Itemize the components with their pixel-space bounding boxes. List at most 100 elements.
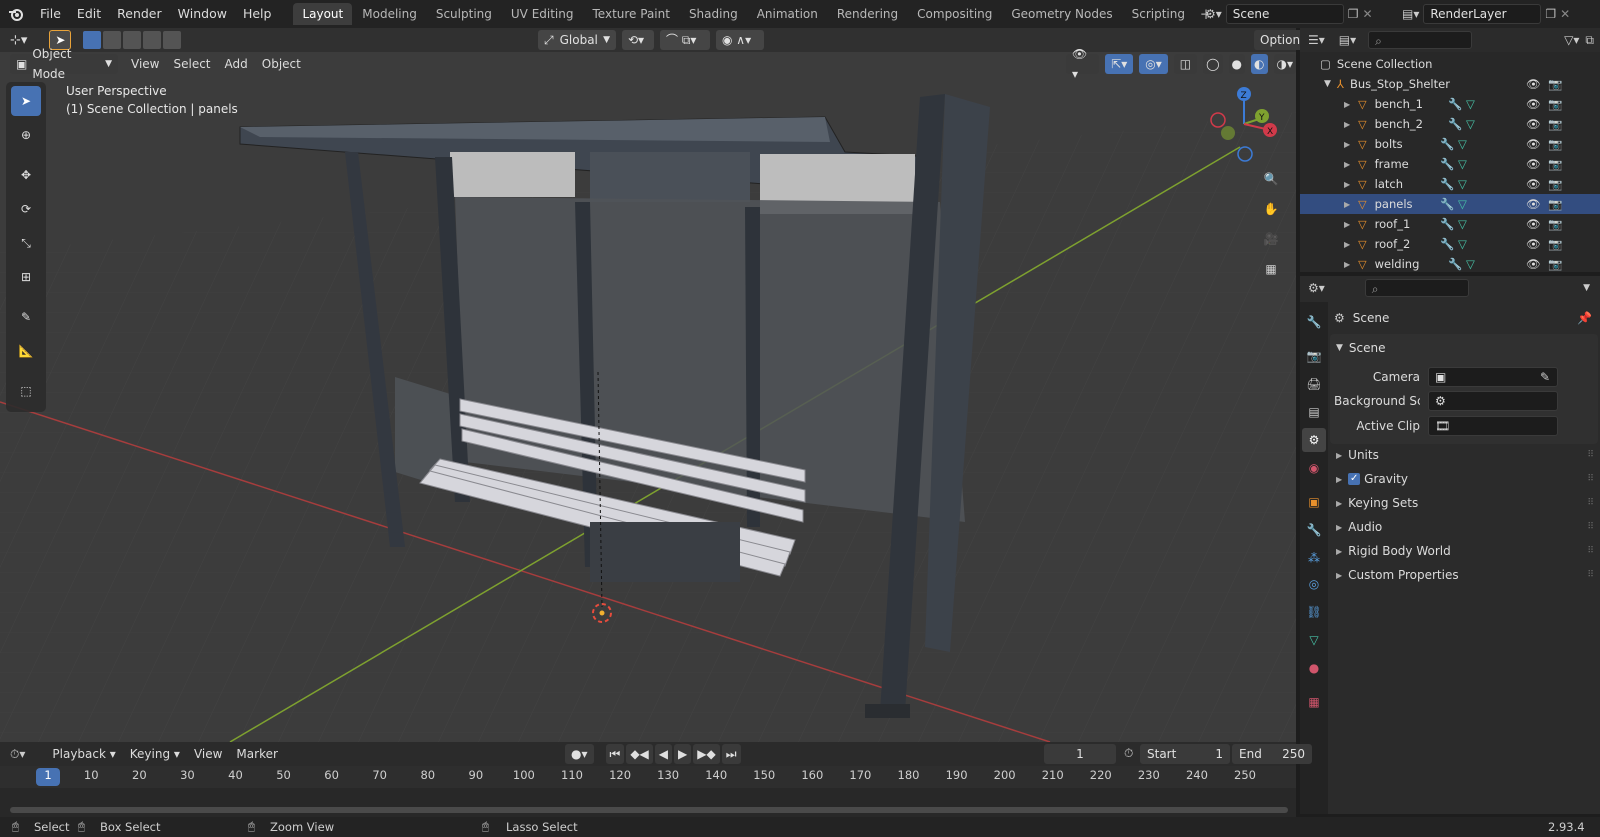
scene-panel-header[interactable]: ▼ Scene <box>1334 337 1598 359</box>
3d-viewport[interactable]: User Perspective (1) Scene Collection | … <box>0 52 1296 742</box>
tab-texture-paint[interactable]: Texture Paint <box>584 3 679 25</box>
transform-tool-icon[interactable]: ⊞ <box>11 262 41 292</box>
camera-restrict-icon[interactable]: 📷 <box>1548 97 1562 111</box>
playback-menu[interactable]: Playback ▾ <box>45 744 122 764</box>
start-frame-field[interactable]: Start 1 <box>1140 744 1230 764</box>
camera-restrict-icon[interactable]: 📷 <box>1548 157 1562 171</box>
modifier-wrench-icon[interactable]: 🔧 <box>1440 137 1454 151</box>
end-frame-field[interactable]: End 250 <box>1232 744 1312 764</box>
subpanel-audio[interactable]: ▶ Audio ⠿ <box>1334 516 1598 538</box>
tab-scripting[interactable]: Scripting <box>1123 3 1194 25</box>
camera-restrict-icon[interactable]: 📷 <box>1548 117 1562 131</box>
annotate-tool-icon[interactable]: ✎ <box>11 302 41 332</box>
shading-material-icon[interactable]: ◐ <box>1251 54 1268 74</box>
next-keyframe-icon[interactable]: ▶◆ <box>693 744 720 764</box>
view-layer-close-icon[interactable]: ✕ <box>1560 7 1570 21</box>
view-menu[interactable]: View <box>124 54 166 74</box>
mode-dropdown[interactable]: ▣ Object Mode ▼ <box>10 47 118 81</box>
pin-icon[interactable]: 📌 <box>1577 311 1592 325</box>
move-tool-icon[interactable]: ✥ <box>11 160 41 190</box>
display-mode-icon[interactable]: ▤▾ <box>1339 33 1356 47</box>
menu-file[interactable]: File <box>32 0 69 28</box>
marker-menu[interactable]: Marker <box>229 744 284 764</box>
drag-handle-icon[interactable]: ⠿ <box>1587 450 1594 460</box>
expand-arrow-icon[interactable]: ▶ <box>1344 260 1350 269</box>
scene-close-icon[interactable]: ✕ <box>1363 7 1373 21</box>
chevron-down-icon[interactable]: ▼ <box>1583 283 1590 293</box>
jump-end-icon[interactable]: ⏭ <box>721 744 741 764</box>
xray-toggle-icon[interactable]: ◫ <box>1173 54 1198 74</box>
object-menu[interactable]: Object <box>255 54 308 74</box>
mesh-data-icon[interactable]: ▽ <box>1458 237 1467 251</box>
outliner-parent-row[interactable]: ▼ ⅄ Bus_Stop_Shelter 👁 📷 <box>1300 74 1600 94</box>
expand-arrow-icon[interactable]: ▶ <box>1344 140 1350 149</box>
expand-arrow-icon[interactable]: ▶ <box>1344 160 1350 169</box>
outliner-item-bolts[interactable]: ▶ ▽ bolts 🔧 ▽ 👁 📷 <box>1300 134 1600 154</box>
rotate-tool-icon[interactable]: ⟳ <box>11 194 41 224</box>
drag-handle-icon[interactable]: ⠿ <box>1587 474 1594 484</box>
camera-restrict-icon[interactable]: 📷 <box>1548 177 1562 191</box>
menu-window[interactable]: Window <box>170 0 235 28</box>
filter-icon[interactable]: ▽▾ <box>1564 33 1579 47</box>
stopwatch-icon[interactable]: ⏱ <box>1124 746 1133 761</box>
scale-tool-icon[interactable]: ⤡ <box>11 228 41 258</box>
expand-arrow-icon[interactable]: ▶ <box>1344 220 1350 229</box>
expand-arrow-icon[interactable]: ▼ <box>1324 79 1331 89</box>
eye-icon[interactable]: 👁 <box>1526 237 1541 251</box>
select-mode-intersect-icon[interactable] <box>163 31 182 49</box>
tab-geometry-nodes[interactable]: Geometry Nodes <box>1002 3 1121 25</box>
select-mode-subtract-icon[interactable] <box>123 31 142 49</box>
cursor-tool-icon[interactable]: ⊕ <box>11 120 41 150</box>
camera-restrict-icon[interactable]: 📷 <box>1548 217 1562 231</box>
scene-name-field[interactable]: Scene <box>1225 4 1344 24</box>
tab-modeling[interactable]: Modeling <box>353 3 426 25</box>
drag-handle-icon[interactable]: ⠿ <box>1587 546 1594 556</box>
eye-icon[interactable]: 👁 <box>1526 197 1541 211</box>
mesh-data-icon[interactable]: ▽ <box>1458 137 1467 151</box>
camera-view-icon[interactable]: 🎥 <box>1258 226 1284 252</box>
expand-arrow-icon[interactable]: ▶ <box>1344 240 1350 249</box>
new-collection-icon[interactable]: ⧉ <box>1585 33 1594 48</box>
constraints-tab-icon[interactable]: ⛓ <box>1302 600 1326 624</box>
visibility-toggle-icon[interactable]: 👁▾ <box>1066 47 1100 81</box>
scene-new-icon[interactable]: ❐ <box>1348 7 1359 21</box>
view-layer-new-icon[interactable]: ❐ <box>1545 7 1556 21</box>
select-mode-invert-icon[interactable] <box>143 31 162 49</box>
menu-render[interactable]: Render <box>109 0 170 28</box>
subpanel-gravity[interactable]: ▶ ✓ Gravity ⠿ <box>1334 468 1598 490</box>
add-menu[interactable]: Add <box>218 54 255 74</box>
modifier-wrench-icon[interactable]: 🔧 <box>1440 217 1454 231</box>
menu-edit[interactable]: Edit <box>69 0 109 28</box>
data-tab-icon[interactable]: ▽ <box>1302 628 1326 652</box>
mesh-data-icon[interactable]: ▽ <box>1466 117 1475 131</box>
outliner-item-bench-1[interactable]: ▶ ▽ bench_1 🔧 ▽ 👁 📷 <box>1300 94 1600 114</box>
eye-icon[interactable]: 👁 <box>1526 117 1541 131</box>
camera-restrict-icon[interactable]: 📷 <box>1548 77 1562 91</box>
mesh-data-icon[interactable]: ▽ <box>1458 177 1467 191</box>
tab-layout[interactable]: Layout <box>293 3 353 25</box>
tab-sculpting[interactable]: Sculpting <box>427 3 501 25</box>
outliner-item-latch[interactable]: ▶ ▽ latch 🔧 ▽ 👁 📷 <box>1300 174 1600 194</box>
ortho-toggle-icon[interactable]: ▦ <box>1258 256 1284 282</box>
scene-tab-icon[interactable]: ⚙ <box>1302 428 1326 452</box>
texture-tab-icon[interactable]: ▦ <box>1302 690 1326 714</box>
blender-logo-icon[interactable] <box>0 0 32 28</box>
subpanel-rigid-body-world[interactable]: ▶ Rigid Body World ⠿ <box>1334 540 1598 562</box>
render-tab-icon[interactable]: 📷 <box>1302 344 1326 368</box>
gravity-checkbox[interactable]: ✓ <box>1348 473 1361 485</box>
tab-shading[interactable]: Shading <box>680 3 747 25</box>
output-tab-icon[interactable]: 🖨 <box>1302 372 1326 396</box>
overlay-toggle-icon[interactable]: ◎▾ <box>1139 54 1168 74</box>
camera-restrict-icon[interactable]: 📷 <box>1548 137 1562 151</box>
modifier-wrench-icon[interactable]: 🔧 <box>1440 177 1454 191</box>
camera-restrict-icon[interactable]: 📷 <box>1548 257 1562 271</box>
expand-arrow-icon[interactable]: ▶ <box>1344 120 1350 129</box>
eye-icon[interactable]: 👁 <box>1526 257 1541 271</box>
drag-handle-icon[interactable]: ⠿ <box>1587 498 1594 508</box>
outliner-item-panels[interactable]: ▶ ▽ panels 🔧 ▽ 👁 📷 <box>1300 194 1600 214</box>
mesh-data-icon[interactable]: ▽ <box>1466 257 1475 271</box>
world-tab-icon[interactable]: ◉ <box>1302 456 1326 480</box>
expand-arrow-icon[interactable]: ▶ <box>1344 100 1350 109</box>
shading-solid-icon[interactable]: ● <box>1228 54 1246 74</box>
eyedropper-icon[interactable]: ✎ <box>1540 370 1550 384</box>
